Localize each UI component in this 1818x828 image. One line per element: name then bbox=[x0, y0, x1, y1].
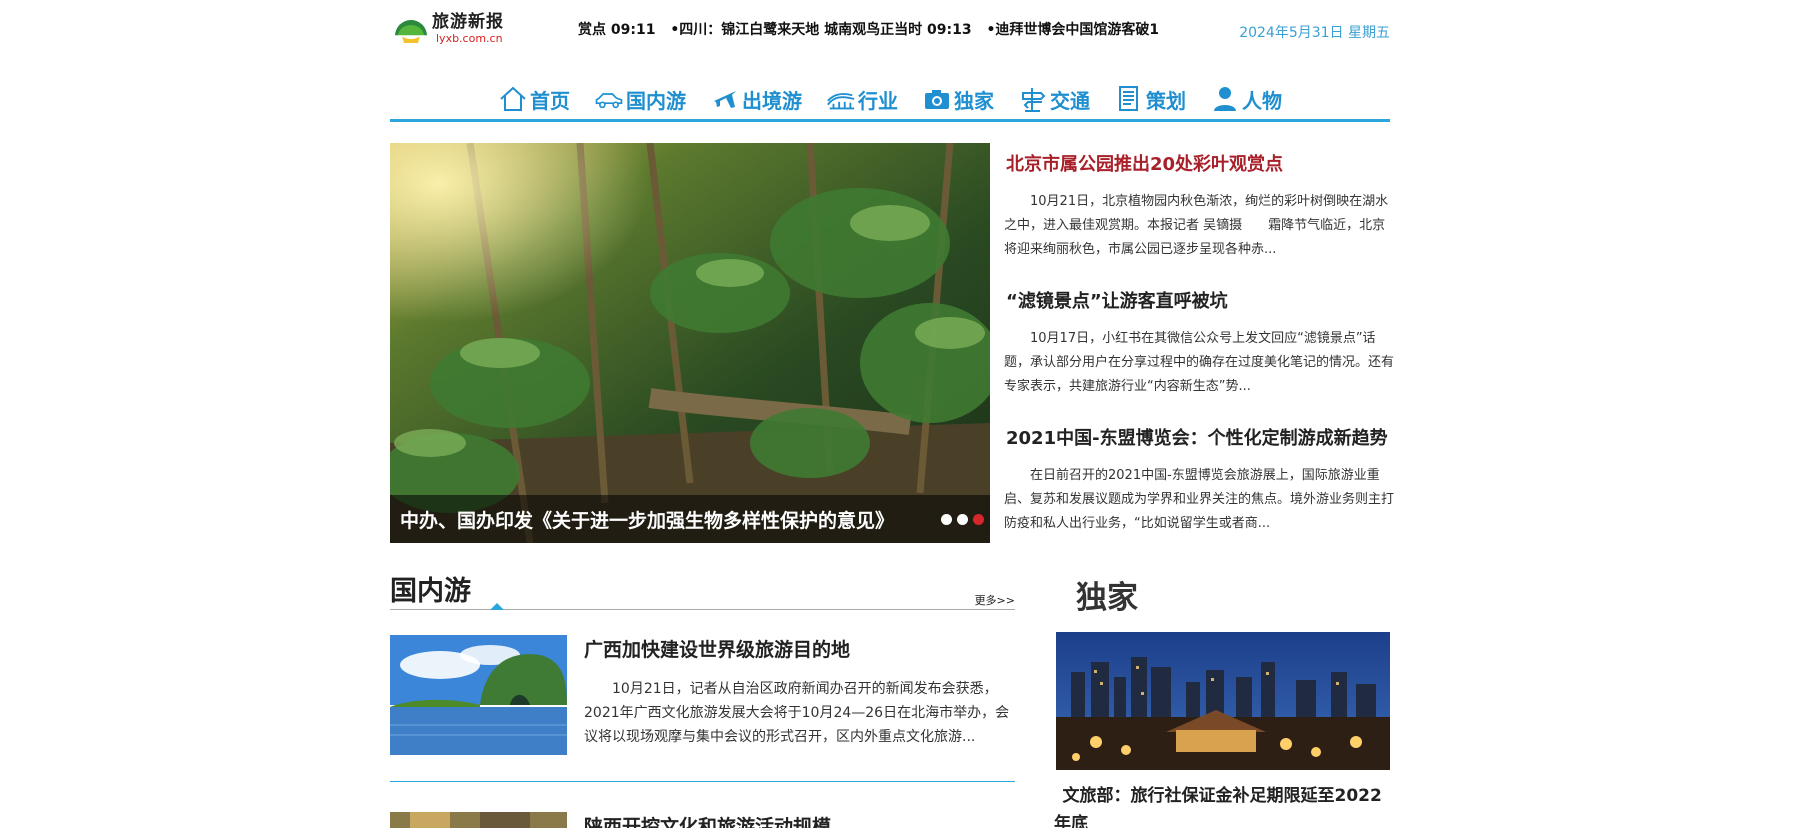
person-icon bbox=[1214, 87, 1236, 111]
document-icon bbox=[1119, 86, 1138, 111]
more-link[interactable]: 更多>> bbox=[975, 592, 1015, 608]
nav-item-people[interactable]: 人物 bbox=[1210, 80, 1282, 118]
content-wrapper: 旅游新报 lyxb.com.cn 赏点 09:11 •四川：锦江白鹭来天地 城南… bbox=[390, 0, 1394, 828]
logo-name: 旅游新报 bbox=[432, 12, 504, 32]
news-title[interactable]: 陕西开控文化和旅游活动规模 bbox=[584, 812, 831, 828]
hero-carousel[interactable]: 中办、国办印发《关于进一步加强生物多样性保护的意见》 bbox=[390, 143, 990, 543]
industry-icon bbox=[827, 93, 855, 110]
news-photo bbox=[390, 812, 567, 828]
news-ticker[interactable]: 赏点 09:11 •四川：锦江白鹭来天地 城南观鸟正当时 09:13 •迪拜世博… bbox=[578, 19, 1158, 39]
page: 旅游新报 lyxb.com.cn 赏点 09:11 •四川：锦江白鹭来天地 城南… bbox=[0, 0, 1818, 828]
nav-item-transport[interactable]: 交通 bbox=[1018, 80, 1090, 118]
carousel-dot[interactable] bbox=[957, 514, 968, 525]
nav-label: 首页 bbox=[530, 88, 570, 113]
nav-label: 策划 bbox=[1146, 88, 1186, 113]
site-logo[interactable]: 旅游新报 lyxb.com.cn bbox=[394, 14, 504, 44]
nav-label: 国内游 bbox=[626, 88, 686, 113]
carousel-dots bbox=[941, 514, 984, 525]
signpost-icon bbox=[1022, 88, 1046, 112]
ticker-item[interactable]: 赏点 09:11 bbox=[578, 22, 655, 38]
nav-item-outbound[interactable]: 出境游 bbox=[710, 80, 802, 118]
ticker-item[interactable]: •迪拜世博会中国馆游客破1 bbox=[986, 22, 1158, 38]
nav-label: 交通 bbox=[1050, 88, 1090, 113]
section-marker-icon bbox=[490, 603, 504, 610]
featured-article-title[interactable]: 2021中国-东盟博览会：个性化定制游成新趋势 bbox=[1006, 424, 1394, 450]
featured-article-title[interactable]: 北京市属公园推出20处彩叶观赏点 bbox=[1006, 150, 1394, 176]
featured-article-summary: 10月21日，北京植物园内秋色渐浓，绚烂的彩叶树倒映在湖水之中，进入最佳观赏期。… bbox=[1004, 194, 1389, 257]
featured-article-summary: 在日前召开的2021中国-东盟博览会旅游展上，国际旅游业重启、复苏和发展议题成为… bbox=[1004, 468, 1395, 531]
featured-article: 北京市属公园推出20处彩叶观赏点 10月21日，北京植物园内秋色渐浓，绚烂的彩叶… bbox=[1004, 150, 1394, 287]
featured-article-title[interactable]: “滤镜景点”让游客直呼被坑 bbox=[1006, 287, 1394, 313]
news-thumbnail[interactable] bbox=[390, 812, 567, 828]
nav-item-domestic[interactable]: 国内游 bbox=[594, 80, 686, 118]
city-night-photo bbox=[1056, 632, 1390, 770]
nav-item-planning[interactable]: 策划 bbox=[1114, 80, 1186, 118]
news-summary: 10月21日，记者从自治区政府新闻办召开的新闻发布会获悉，2021年广西文化旅游… bbox=[584, 681, 1010, 745]
nav-label: 行业 bbox=[858, 88, 898, 113]
featured-article-summary: 10月17日，小红书在其微信公众号上发文回应“滤镜景点”话题，承认部分用户在分享… bbox=[1004, 331, 1395, 394]
nav-label: 独家 bbox=[954, 88, 994, 113]
logo-mountain-icon bbox=[395, 20, 427, 43]
nav-item-home[interactable]: 首页 bbox=[498, 80, 570, 118]
nav-label: 人物 bbox=[1242, 88, 1282, 113]
featured-article: 2021中国-东盟博览会：个性化定制游成新趋势 在日前召开的2021中国-东盟博… bbox=[1004, 424, 1394, 561]
news-title[interactable]: 广西加快建设世界级旅游目的地 bbox=[584, 635, 850, 662]
domestic-section-header: 国内游 更多>> bbox=[390, 565, 1015, 610]
featured-article: “滤镜景点”让游客直呼被坑 10月17日，小红书在其微信公众号上发文回应“滤镜景… bbox=[1004, 287, 1394, 424]
section-title[interactable]: 国内游 bbox=[390, 569, 471, 608]
carousel-dot-active[interactable] bbox=[973, 514, 984, 525]
news-thumbnail[interactable] bbox=[390, 635, 567, 755]
exclusive-headline[interactable]: 文旅部：旅行社保证金补足期限延至2022年底 bbox=[1054, 782, 1390, 828]
nav-label: 出境游 bbox=[742, 88, 802, 113]
ticker-item[interactable]: •四川：锦江白鹭来天地 城南观鸟正当时 09:13 bbox=[670, 22, 971, 38]
nav-item-industry[interactable]: 行业 bbox=[826, 80, 898, 118]
exclusive-image[interactable] bbox=[1056, 632, 1390, 770]
hero-caption-bar[interactable]: 中办、国办印发《关于进一步加强生物多样性保护的意见》 bbox=[390, 495, 990, 543]
carousel-dot[interactable] bbox=[941, 514, 952, 525]
camera-icon bbox=[925, 90, 949, 109]
current-date: 2024年5月31日 星期五 bbox=[1239, 25, 1390, 41]
featured-articles: 北京市属公园推出20处彩叶观赏点 10月21日，北京植物园内秋色渐浓，绚烂的彩叶… bbox=[1004, 150, 1394, 561]
guilin-photo bbox=[390, 635, 567, 755]
jungle-photo bbox=[390, 143, 990, 543]
main-nav: 首页 国内游 出境游 行业 独家 交通 策划 人物 bbox=[390, 80, 1390, 122]
row-divider bbox=[390, 781, 1015, 782]
nav-item-exclusive[interactable]: 独家 bbox=[922, 80, 994, 118]
logo-url: lyxb.com.cn bbox=[436, 32, 503, 45]
hero-caption[interactable]: 中办、国办印发《关于进一步加强生物多样性保护的意见》 bbox=[400, 506, 894, 533]
car-icon bbox=[595, 93, 623, 109]
home-icon bbox=[500, 86, 526, 111]
airplane-icon bbox=[714, 91, 736, 108]
exclusive-section-title[interactable]: 独家 bbox=[1076, 572, 1138, 617]
